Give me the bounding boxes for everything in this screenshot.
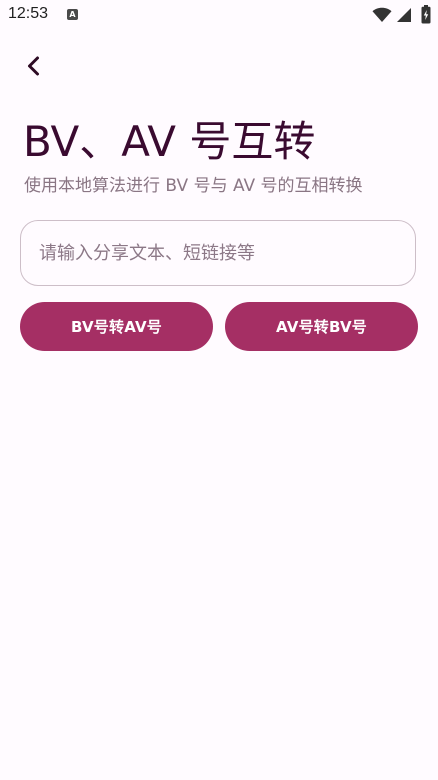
wifi-icon xyxy=(372,7,392,27)
av-to-bv-button[interactable]: AV号转BV号 xyxy=(225,302,418,351)
page-subtitle: 使用本地算法进行 BV 号与 AV 号的互相转换 xyxy=(24,176,363,196)
chevron-left-icon xyxy=(25,55,43,81)
share-text-field[interactable] xyxy=(20,220,416,286)
signal-icon xyxy=(396,7,412,27)
share-text-input[interactable] xyxy=(39,221,399,285)
notification-a-icon: A xyxy=(67,9,78,20)
battery-icon xyxy=(421,5,431,28)
back-button[interactable] xyxy=(16,50,52,86)
bv-to-av-button[interactable]: BV号转AV号 xyxy=(20,302,213,351)
status-bar: 12:53 A xyxy=(0,0,438,32)
screen: 12:53 A BV、AV 号互转 使用本地算法进行 BV 号与 AV 号的互相… xyxy=(0,0,438,780)
status-time: 12:53 xyxy=(8,5,49,22)
page-title: BV、AV 号互转 xyxy=(23,117,316,166)
